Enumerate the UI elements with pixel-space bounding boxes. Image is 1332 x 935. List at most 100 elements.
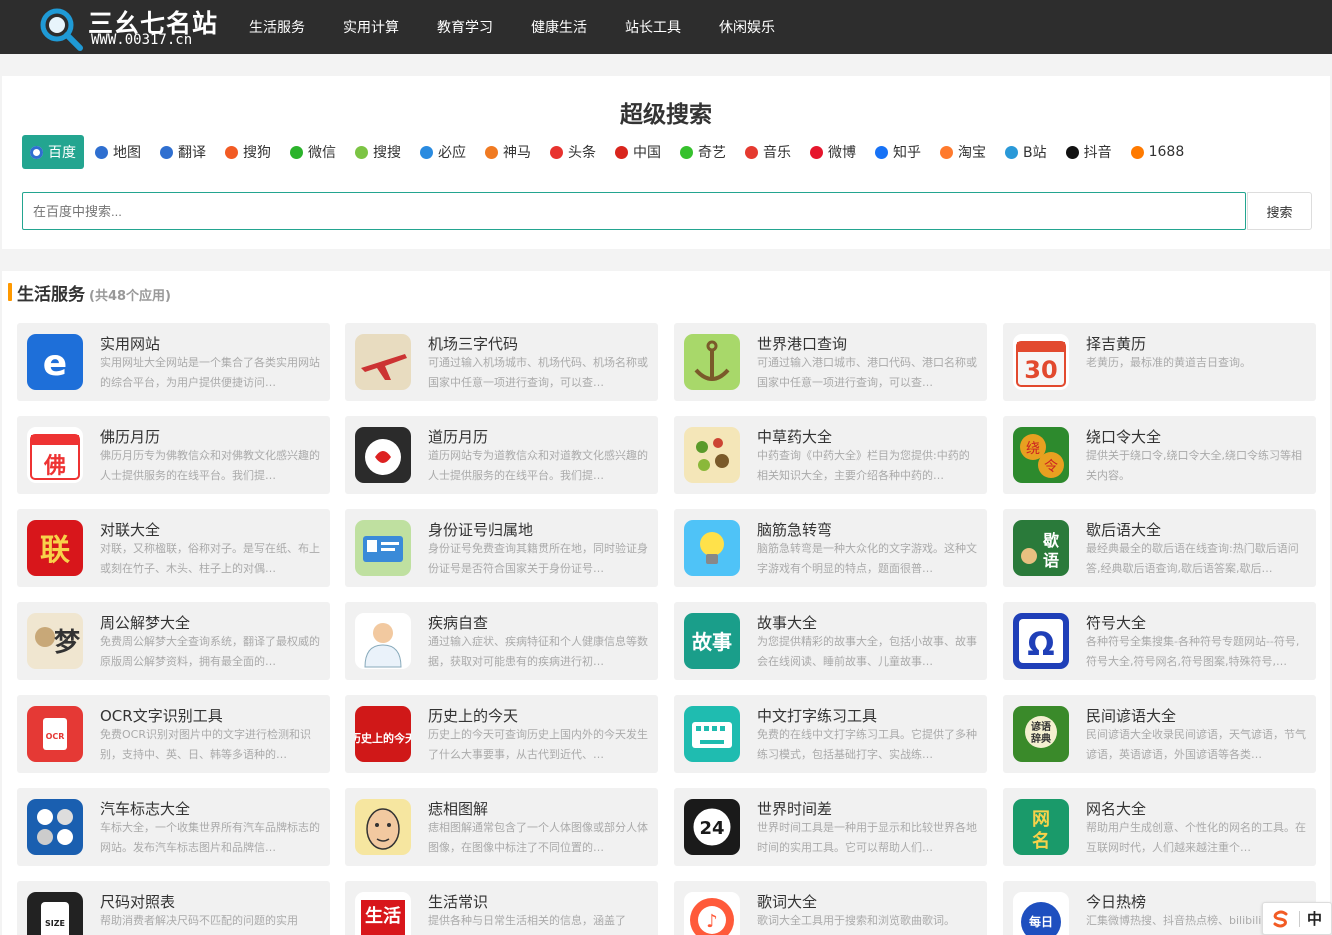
engine-tab-1[interactable]: 地图 [87, 135, 149, 169]
app-card[interactable]: 网名网名大全 帮助用户生成创意、个性化的网名的工具。在互联网时代，人们越来越注重个… [1003, 788, 1316, 866]
1688-icon [1130, 145, 1144, 159]
app-card[interactable]: 身份证号归属地 身份证号免费查询其籍贯所在地，同时验证身份证号是否符合国家关于身份… [345, 509, 658, 587]
engine-tab-16[interactable]: 抖音 [1058, 135, 1120, 169]
hot-list-icon: 每日 [1013, 892, 1069, 935]
engine-tab-10[interactable]: 奇艺 [672, 135, 734, 169]
app-title: 佛历月历 [100, 428, 161, 446]
app-card[interactable]: 24 世界时间差 世界时间工具是一种用于显示和比较世界各地时间的实用工具。它可以帮助… [674, 788, 987, 866]
airplane-icon [355, 334, 411, 390]
tongue-twister-icon: 绕令 [1013, 427, 1069, 483]
app-card[interactable]: 生活 生活常识 提供各种与日常生活相关的信息，涵盖了 [345, 881, 658, 935]
nav-item-0[interactable]: 生活服务 [230, 17, 324, 37]
app-card[interactable]: 中文打字练习工具 免费的在线中文打字练习工具。它提供了多种练习模式，包括基础打字、… [674, 695, 987, 773]
app-card[interactable]: 疾病自查 通过输入症状、疾病特征和个人健康信息等数据，获取对可能患有的疾病进行初… [345, 602, 658, 680]
calendar-30-icon: 30 [1013, 334, 1069, 390]
bilibili-icon [1005, 145, 1018, 159]
engine-tab-15[interactable]: B站 [997, 135, 1055, 169]
app-card[interactable]: 道历月历 道历网站专为道教信众和对道教文化感兴趣的人士提供服务的在线平台。我们提… [345, 416, 658, 494]
app-card[interactable]: 联 对联大全 对联，又称楹联，俗称对子。是写在纸、布上或刻在竹子、木头、柱子上的对偶… [17, 509, 330, 587]
app-card[interactable]: 故事 故事大全 为您提供精彩的故事大全，包括小故事、故事会在线阅读、睡前故事、儿童故… [674, 602, 987, 680]
main-nav: 生活服务 实用计算 教育学习 健康生活 站长工具 休闲娱乐 [230, 0, 794, 54]
app-card[interactable]: 世界港口查询 可通过输入港口城市、港口代码、港口名称或国家中任意一项进行查询，可以… [674, 323, 987, 401]
engine-label: B站 [1023, 145, 1047, 161]
engine-label: 1688 [1148, 144, 1185, 160]
app-description: 身份证号免费查询其籍贯所在地，同时验证身份证号是否符合国家关于身份证号… [428, 542, 648, 575]
app-card[interactable]: Ω 符号大全 各种符号全集搜集-各种符号专题网站--符号,符号大全,符号网名,符号图… [1003, 602, 1316, 680]
app-card[interactable]: 绕令绕口令大全 提供关于绕口令,绕口令大全,绕口令练习等相关内容。 [1003, 416, 1316, 494]
weibo-icon [810, 145, 823, 159]
app-card[interactable]: 谚语 辞典 民间谚语大全 民间谚语大全收录民间谚语，天气谚语，节气谚语，英语谚语，外国… [1003, 695, 1316, 773]
engine-tab-3[interactable]: 搜狗 [217, 135, 279, 169]
app-title: 疾病自查 [428, 614, 489, 632]
engine-tab-17[interactable]: 1688 [1123, 135, 1193, 169]
app-description: 对联，又称楹联，俗称对子。是写在纸、布上或刻在竹子、木头、柱子上的对偶… [100, 542, 320, 575]
app-title: 历史上的今天 [428, 707, 519, 725]
toutiao-icon [550, 145, 563, 159]
engine-tab-14[interactable]: 淘宝 [932, 135, 994, 169]
proverb-book-icon: 谚语 辞典 [1013, 706, 1069, 762]
nav-item-3[interactable]: 健康生活 [512, 17, 606, 37]
engine-tab-0[interactable]: 百度 [22, 135, 84, 169]
nav-item-1[interactable]: 实用计算 [324, 17, 418, 37]
app-card[interactable]: 30 择吉黄历 老黄历，最标准的黄道吉日查询。 [1003, 323, 1316, 401]
app-description: 痣相图解通常包含了一个人体图像或部分人体图像，在图像中标注了不同位置的… [428, 821, 648, 854]
engine-label: 百度 [48, 145, 76, 161]
engine-tab-13[interactable]: 知乎 [867, 135, 929, 169]
app-card[interactable]: 脑筋急转弯 脑筋急转弯是一种大众化的文字游戏。这种文字游戏有个明显的特点，题面很普… [674, 509, 987, 587]
iqiyi-icon [680, 145, 693, 159]
engine-tab-12[interactable]: 微博 [802, 135, 864, 169]
sogou-icon [225, 145, 238, 159]
engine-label: 奇艺 [698, 145, 726, 161]
engine-tab-2[interactable]: 翻译 [152, 135, 214, 169]
svg-text:令: 令 [1044, 459, 1058, 475]
soso-icon [355, 145, 368, 159]
dream-icon: 梦 [27, 613, 83, 669]
story-icon: 故事 [684, 613, 740, 669]
site-url: WWW.00317.cn [91, 32, 193, 48]
app-title: 尺码对照表 [100, 893, 176, 911]
engine-tab-11[interactable]: 音乐 [737, 135, 799, 169]
site-logo[interactable]: 三幺七名站 WWW.00317.cn [38, 4, 238, 52]
search-input[interactable] [22, 192, 1246, 230]
engine-tab-5[interactable]: 搜搜 [347, 135, 409, 169]
engine-tab-9[interactable]: 中国 [607, 135, 669, 169]
search-button[interactable]: 搜索 [1247, 192, 1312, 230]
taoist-calendar-icon [355, 427, 411, 483]
engine-label: 翻译 [178, 145, 206, 161]
app-description: 为您提供精彩的故事大全，包括小故事、故事会在线阅读、睡前故事、儿童故事… [757, 635, 977, 668]
app-description: 可通过输入港口城市、港口代码、港口名称或国家中任意一项进行查询，可以查… [757, 356, 977, 389]
svg-text:e: e [43, 343, 67, 384]
app-card[interactable]: e 实用网站 实用网址大全网站是一个集合了各类实用网站的综合平台，为用户提供便捷访问… [17, 323, 330, 401]
engine-tab-4[interactable]: 微信 [282, 135, 344, 169]
super-search-panel: 超级搜索 百度 地图 翻译 搜狗 微信 搜搜 必应 神马 头条 中国 奇艺 音乐 微博 知乎 淘宝 B站 抖音 1… [2, 76, 1330, 249]
app-card[interactable]: 汽车标志大全 车标大全，一个收集世界所有汽车品牌标志的网站。发布汽车标志图片和品牌… [17, 788, 330, 866]
zhihu-icon [875, 145, 888, 159]
app-card[interactable]: 中草药大全 中药查询《中药大全》栏目为您提供:中药的相关知识大全，主要介绍各种中药… [674, 416, 987, 494]
app-title: 机场三字代码 [428, 335, 519, 353]
engine-tab-6[interactable]: 必应 [412, 135, 474, 169]
app-card[interactable]: 历史上的今天 历史上的今天 历史上的今天可查询历史上国内外的今天发生了什么大事要事，… [345, 695, 658, 773]
app-card[interactable]: 痣相图解 痣相图解通常包含了一个人体图像或部分人体图像，在图像中标注了不同位置的… [345, 788, 658, 866]
nav-item-2[interactable]: 教育学习 [418, 17, 512, 37]
engine-label: 淘宝 [958, 145, 986, 161]
app-card[interactable]: 佛 佛历月历佛历月历专为佛教信众和对佛教文化感兴趣的人士提供服务的在线平台。我们提… [17, 416, 330, 494]
app-card[interactable]: 梦 周公解梦大全 免费周公解梦大全查询系统，翻译了最权威的原版周公解梦资料，拥有最全… [17, 602, 330, 680]
app-card[interactable]: 机场三字代码 可通过输入机场城市、机场代码、机场名称或国家中任意一项进行查询，可以… [345, 323, 658, 401]
app-card[interactable]: ♪ 歌词大全 歌词大全工具用于搜索和浏览歌曲歌词。 [674, 881, 987, 935]
engine-tab-7[interactable]: 神马 [477, 135, 539, 169]
app-card[interactable]: OCR OCR文字识别工具 免费OCR识别对图片中的文字进行检测和识别，支持中、英、… [17, 695, 330, 773]
nav-item-5[interactable]: 休闲娱乐 [700, 17, 794, 37]
engine-tab-8[interactable]: 头条 [542, 135, 604, 169]
engine-label: 微信 [308, 145, 336, 161]
app-description: 佛历月历专为佛教信众和对佛教文化感兴趣的人士提供服务的在线平台。我们提… [100, 449, 320, 482]
svg-text:佛: 佛 [43, 454, 66, 479]
app-card[interactable]: 歇语歇后语大全 最经典最全的歇后语在线查询:热门歇后语问答,经典歇后语查询,歇后语… [1003, 509, 1316, 587]
couplet-icon: 联 [27, 520, 83, 576]
bing-icon [420, 145, 433, 159]
nav-item-4[interactable]: 站长工具 [606, 17, 700, 37]
language-switch[interactable]: 中 [1262, 902, 1332, 935]
engine-label: 中国 [633, 145, 661, 161]
music-icon [745, 145, 758, 159]
ie-browser-icon: e [27, 334, 83, 390]
app-card[interactable]: SIZE 尺码对照表 帮助消费者解决尺码不匹配的问题的实用 [17, 881, 330, 935]
